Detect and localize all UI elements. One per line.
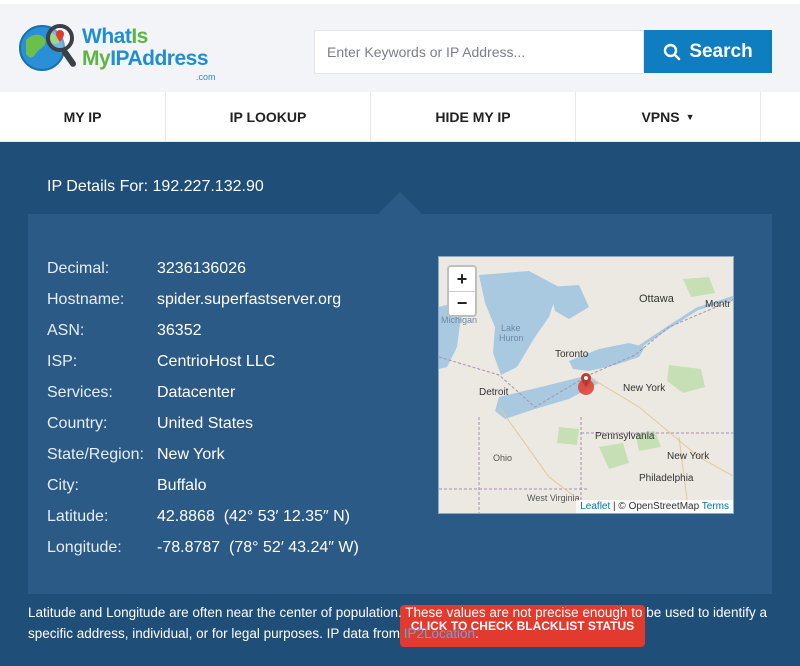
map-label-ohio: Ohio [493,453,513,463]
location-disclaimer: Latitude and Longitude are often near th… [28,602,768,644]
attribution-text: | © OpenStreetMap [610,501,702,512]
detail-label: Hostname: [47,291,125,308]
leaflet-link[interactable]: Leaflet [580,501,610,512]
nav-item-ip-lookup[interactable]: IP LOOKUP [166,92,371,142]
disclaimer-text: Latitude and Longitude are often near th… [28,605,768,641]
detail-value: New York [157,446,225,463]
ip-details-title: IP Details For: 192.227.132.90 [47,178,264,195]
nav-item-label: MY IP [63,109,102,125]
terms-link[interactable]: Terms [702,501,729,512]
panel-pointer [378,192,422,214]
detail-row-decimal: Decimal: 3236136026 [47,260,246,284]
site-logo[interactable]: WhatIs MyIPAddress .com [14,18,224,82]
detail-row-city: City: Buffalo [47,477,207,501]
detail-value: spider.superfastserver.org [157,291,342,308]
detail-row-services: Services: Datacenter [47,384,235,408]
map-label-montreal: Montr [705,299,731,310]
detail-row-latitude: Latitude: 42.8868 (42° 53′ 12.35″ N) [47,508,350,532]
map-attribution: Leaflet | © OpenStreetMap Terms [576,500,733,513]
nav-item-label: HIDE MY IP [435,109,511,125]
detail-label: Longitude: [47,539,122,556]
detail-label: State/Region: [47,446,144,463]
disclaimer-end: . [475,626,479,641]
detail-row-country: Country: United States [47,415,253,439]
nav-item-label: VPNS [641,109,680,125]
nav-item-hide-my-ip[interactable]: HIDE MY IP [371,92,576,142]
map-label-philadelphia: Philadelphia [639,473,694,484]
main-nav: MY IP IP LOOKUP HIDE MY IP VPNS ▼ [0,92,800,142]
ip2location-link[interactable]: IP2Location [404,626,475,641]
location-map[interactable]: Ottawa Montr Michigan Lake Huron Toronto… [438,256,734,514]
dropdown-caret-icon: ▼ [685,112,695,122]
detail-row-asn: ASN: 36352 [47,322,202,346]
search-button-label: Search [689,40,753,62]
detail-value: Buffalo [157,477,207,494]
globe-magnifier-icon [19,24,77,71]
detail-value: 3236136026 [157,260,246,277]
site-header: WhatIs MyIPAddress .com Search [0,0,800,92]
detail-value: 36352 [157,322,202,339]
detail-value: -78.8787 (78° 52′ 43.24″ W) [157,539,359,556]
detail-row-hostname: Hostname: spider.superfastserver.org [47,291,341,315]
detail-value: Datacenter [157,384,236,401]
logo-domain-suffix: .com [196,72,216,82]
detail-value: United States [157,415,254,432]
detail-label: Decimal: [47,260,110,277]
map-label-ottawa: Ottawa [639,293,674,305]
search-input[interactable] [314,30,644,74]
map-label-new-york-city: New York [667,451,710,462]
map-label-pennsylvania: Pennsylvania [595,431,655,442]
detail-value: CentrioHost LLC [157,353,276,370]
logo-wordmark: WhatIs MyIPAddress [82,25,209,70]
nav-item-vpns[interactable]: VPNS ▼ [576,92,761,142]
ip-details-section: IP Details For: 192.227.132.90 Decimal: 3… [0,142,800,666]
ip-details-panel: Decimal: 3236136026 Hostname: spider.super… [28,214,772,647]
map-label-west-virginia: West Virginia [527,493,580,503]
detail-label: ASN: [47,322,85,339]
nav-item-my-ip[interactable]: MY IP [0,92,166,142]
map-label-lake-huron-2: Huron [499,333,524,343]
map-label-lake-huron-1: Lake [501,323,521,333]
zoom-out-button[interactable]: − [449,291,475,315]
map-label-new-york-state: New York [623,383,666,394]
detail-row-isp: ISP: CentrioHost LLC [47,353,275,377]
nav-item-label: IP LOOKUP [229,109,307,125]
detail-label: ISP: [47,353,78,370]
detail-label: Country: [47,415,108,432]
detail-label: Latitude: [47,508,109,525]
detail-row-longitude: Longitude: -78.8787 (78° 52′ 43.24″ W) [47,539,359,563]
search-icon [664,43,681,60]
detail-label: City: [47,477,79,494]
map-zoom-control: + − [447,265,477,317]
map-label-toronto: Toronto [555,349,589,360]
search-button[interactable]: Search [644,30,772,73]
map-label-detroit: Detroit [479,387,509,398]
zoom-in-button[interactable]: + [449,267,475,291]
detail-value: 42.8868 (42° 53′ 12.35″ N) [157,508,350,525]
detail-row-state: State/Region: New York [47,446,225,470]
detail-label: Services: [47,384,113,401]
